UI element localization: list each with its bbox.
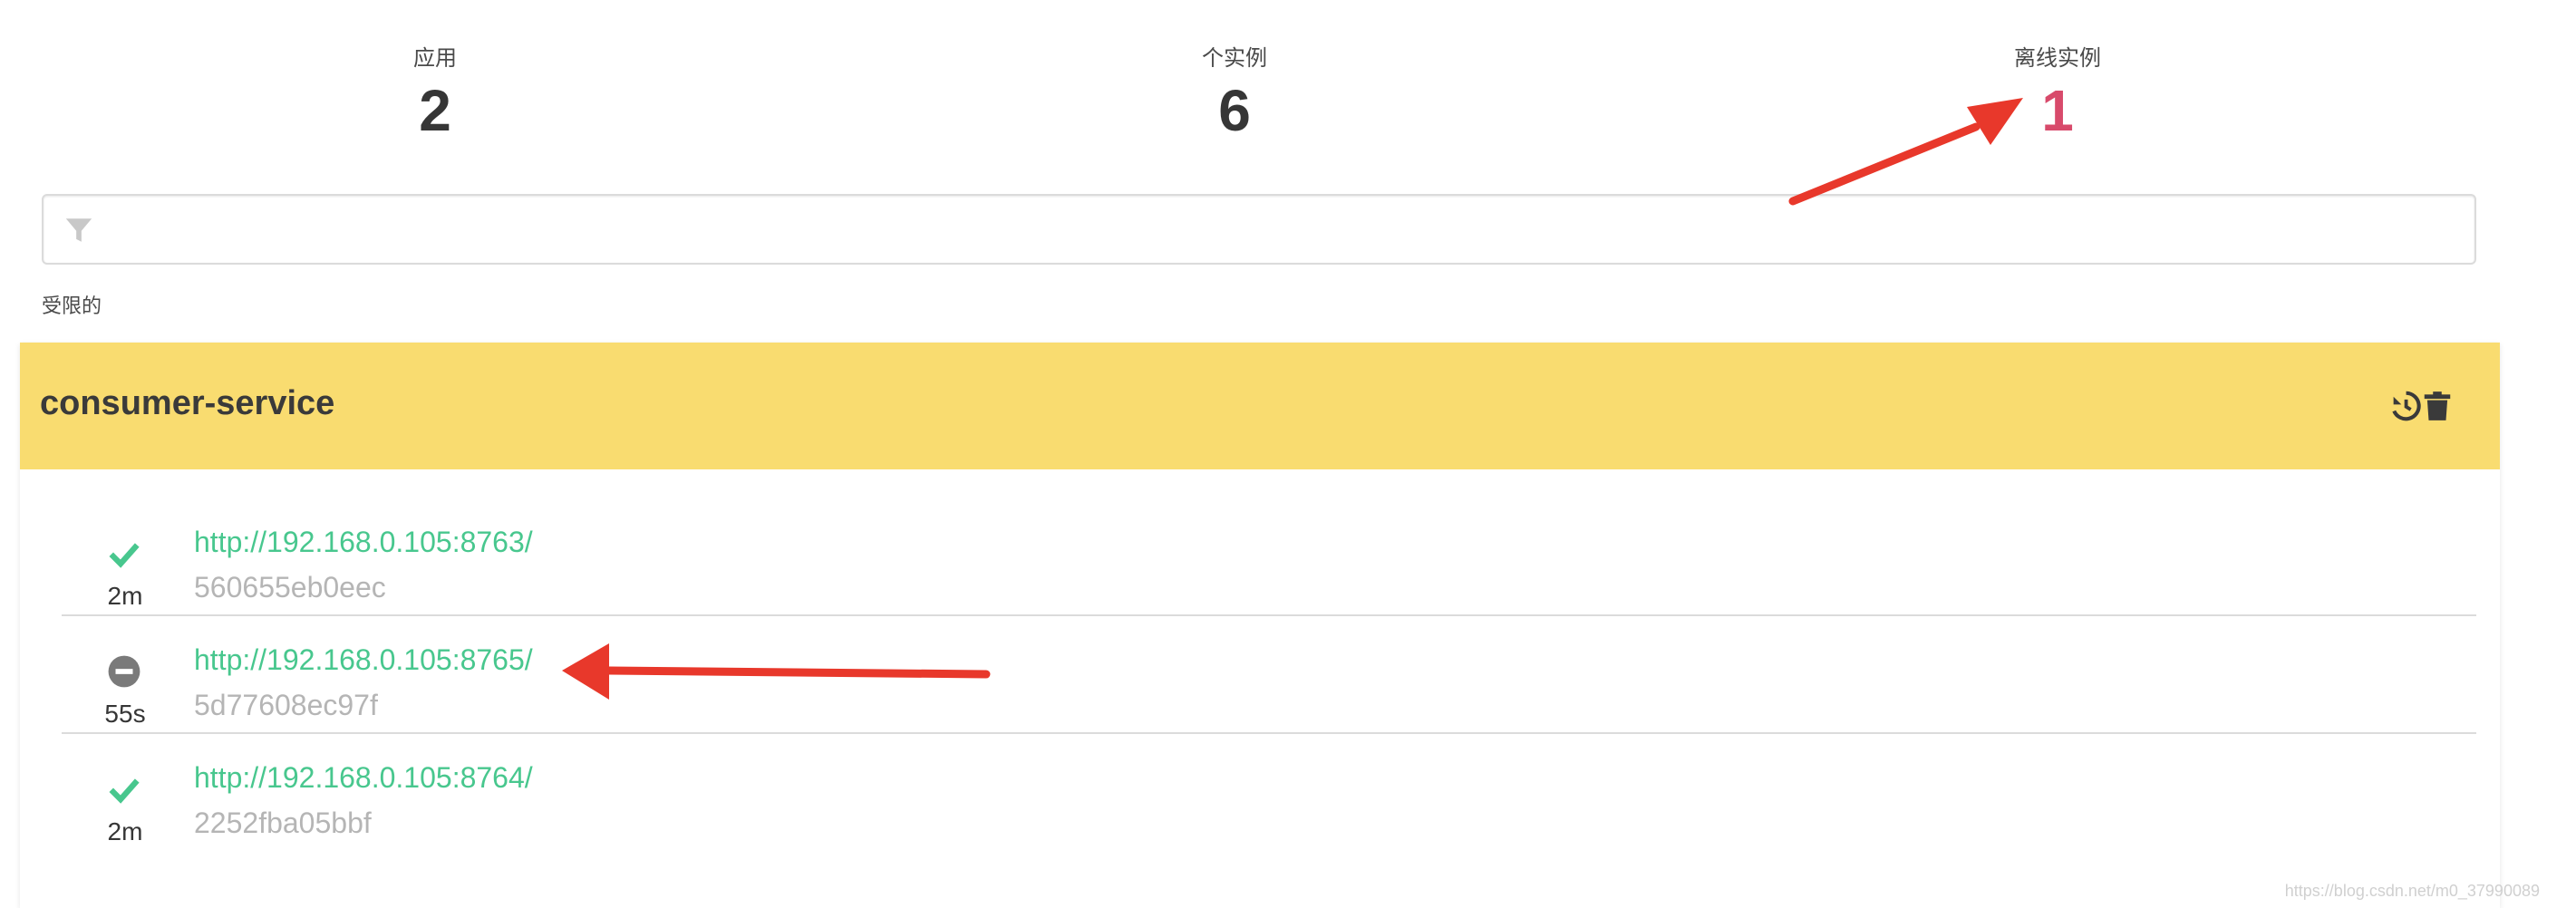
stat-offline-value: 1 bbox=[2041, 78, 2074, 143]
instance-id: 5d77608ec97f bbox=[194, 689, 378, 721]
section-label-restricted: 受限的 bbox=[42, 295, 102, 317]
stat-instances-value: 6 bbox=[1218, 78, 1251, 143]
instance-row[interactable]: 55s http://192.168.0.105:8765/ 5d77608ec… bbox=[62, 616, 2476, 734]
instance-since: 2m bbox=[107, 817, 143, 845]
instance-id: 560655eb0eec bbox=[194, 571, 386, 604]
application-header[interactable]: consumer-service bbox=[20, 343, 2500, 469]
filter-input[interactable] bbox=[116, 205, 2458, 256]
stat-instances: 个实例 6 bbox=[1053, 36, 1416, 140]
stat-offline-label: 离线实例 bbox=[2014, 46, 2101, 71]
stat-offline: 离线实例 1 bbox=[1876, 36, 2239, 140]
instance-url-link[interactable]: http://192.168.0.105:8765/ bbox=[194, 643, 533, 677]
application-name: consumer-service bbox=[40, 384, 335, 422]
instance-since: 55s bbox=[104, 700, 146, 728]
application-card: consumer-service 2m http://192.168.0.105… bbox=[20, 343, 2500, 908]
page: 应用 2 个实例 6 离线实例 1 受限的 consumer-service 2… bbox=[0, 0, 2576, 908]
instance-row[interactable]: 2m http://192.168.0.105:8763/ 560655eb0e… bbox=[62, 498, 2476, 616]
minus-circle-icon bbox=[108, 655, 140, 688]
stat-instances-label: 个实例 bbox=[1202, 46, 1267, 71]
instance-id: 2252fba05bbf bbox=[194, 807, 372, 839]
trash-icon[interactable] bbox=[2420, 388, 2455, 424]
stat-applications-label: 应用 bbox=[413, 46, 457, 71]
history-icon[interactable] bbox=[2387, 388, 2422, 424]
instance-url-link[interactable]: http://192.168.0.105:8763/ bbox=[194, 526, 533, 559]
stats-bar: 应用 2 个实例 6 离线实例 1 bbox=[0, 36, 2502, 163]
instance-url-link[interactable]: http://192.168.0.105:8764/ bbox=[194, 761, 533, 795]
stat-applications-value: 2 bbox=[419, 78, 451, 143]
filter-field[interactable] bbox=[42, 194, 2476, 265]
watermark: https://blog.csdn.net/m0_37990089 bbox=[2284, 882, 2540, 900]
filter-icon bbox=[65, 218, 92, 242]
instance-since: 2m bbox=[107, 582, 143, 610]
check-icon bbox=[109, 778, 140, 804]
instance-row[interactable]: 2m http://192.168.0.105:8764/ 2252fba05b… bbox=[62, 734, 2476, 850]
check-icon bbox=[109, 543, 140, 568]
stat-applications: 应用 2 bbox=[254, 36, 616, 140]
